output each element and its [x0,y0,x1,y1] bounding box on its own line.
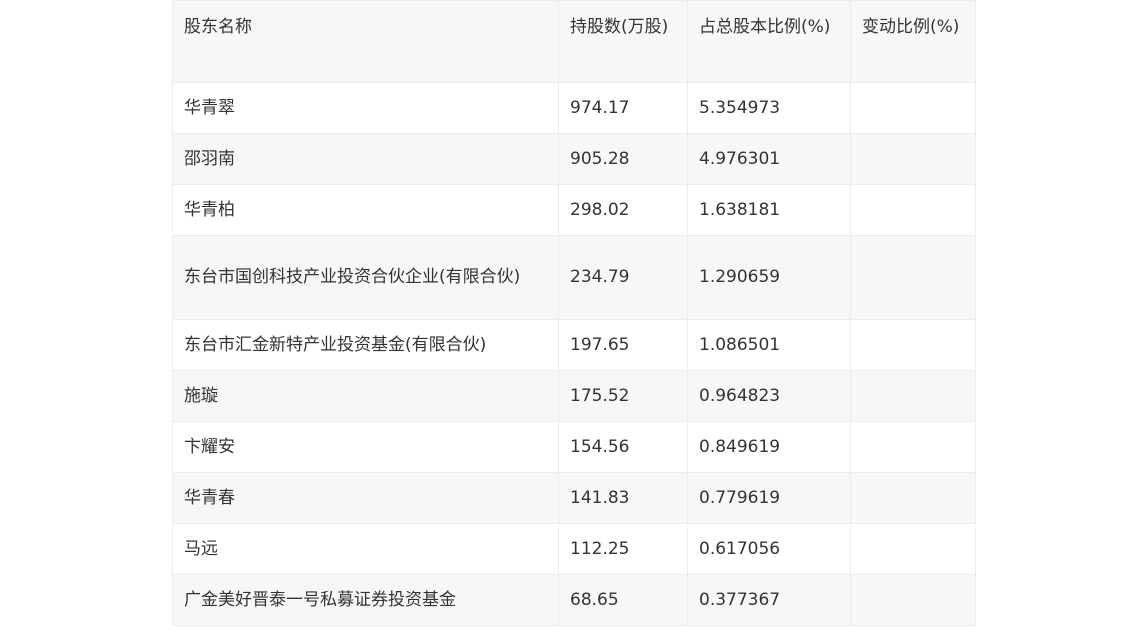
cell-ratio: 0.779619 [687,472,851,524]
cell-ratio: 0.849619 [687,421,851,473]
table-row: 施璇 175.52 0.964823 [172,370,976,422]
cell-name: 邵羽南 [172,133,559,185]
table-row: 华青春 141.83 0.779619 [172,472,976,524]
cell-change [850,133,976,185]
cell-change [850,319,976,371]
cell-change [850,370,976,422]
cell-change [850,184,976,236]
table-row: 东台市国创科技产业投资合伙企业(有限合伙) 234.79 1.290659 [172,235,976,320]
cell-ratio: 5.354973 [687,82,851,134]
cell-name: 广金美好晋泰一号私募证券投资基金 [172,574,559,626]
cell-change [850,574,976,626]
cell-shares: 974.17 [558,82,688,134]
cell-name: 马远 [172,523,559,575]
cell-ratio: 0.377367 [687,574,851,626]
table-row: 卞耀安 154.56 0.849619 [172,421,976,473]
cell-name: 华青翠 [172,82,559,134]
header-shares: 持股数(万股) [558,0,688,83]
header-shareholder-name: 股东名称 [172,0,559,83]
header-change: 变动比例(%) [850,0,976,83]
shareholder-table-container: 股东名称 持股数(万股) 占总股本比例(%) 变动比例(%) 华青翠 974.1… [172,0,976,626]
cell-ratio: 1.290659 [687,235,851,320]
cell-change [850,235,976,320]
table-header-row: 股东名称 持股数(万股) 占总股本比例(%) 变动比例(%) [172,0,976,83]
table-row: 广金美好晋泰一号私募证券投资基金 68.65 0.377367 [172,574,976,626]
table-row: 华青柏 298.02 1.638181 [172,184,976,236]
table-row: 东台市汇金新特产业投资基金(有限合伙) 197.65 1.086501 [172,319,976,371]
cell-name: 华青柏 [172,184,559,236]
cell-shares: 141.83 [558,472,688,524]
cell-shares: 234.79 [558,235,688,320]
cell-change [850,421,976,473]
table-row: 邵羽南 905.28 4.976301 [172,133,976,185]
cell-change [850,523,976,575]
cell-shares: 112.25 [558,523,688,575]
cell-ratio: 0.964823 [687,370,851,422]
cell-shares: 175.52 [558,370,688,422]
cell-shares: 197.65 [558,319,688,371]
cell-shares: 905.28 [558,133,688,185]
cell-name: 华青春 [172,472,559,524]
cell-name: 卞耀安 [172,421,559,473]
cell-ratio: 4.976301 [687,133,851,185]
shareholder-table: 股东名称 持股数(万股) 占总股本比例(%) 变动比例(%) 华青翠 974.1… [172,0,976,626]
cell-change [850,472,976,524]
cell-shares: 154.56 [558,421,688,473]
cell-shares: 298.02 [558,184,688,236]
cell-ratio: 1.086501 [687,319,851,371]
cell-shares: 68.65 [558,574,688,626]
table-row: 马远 112.25 0.617056 [172,523,976,575]
cell-ratio: 0.617056 [687,523,851,575]
cell-change [850,82,976,134]
cell-ratio: 1.638181 [687,184,851,236]
cell-name: 施璇 [172,370,559,422]
header-ratio: 占总股本比例(%) [687,0,851,83]
cell-name: 东台市汇金新特产业投资基金(有限合伙) [172,319,559,371]
table-row: 华青翠 974.17 5.354973 [172,82,976,134]
cell-name: 东台市国创科技产业投资合伙企业(有限合伙) [172,235,559,320]
